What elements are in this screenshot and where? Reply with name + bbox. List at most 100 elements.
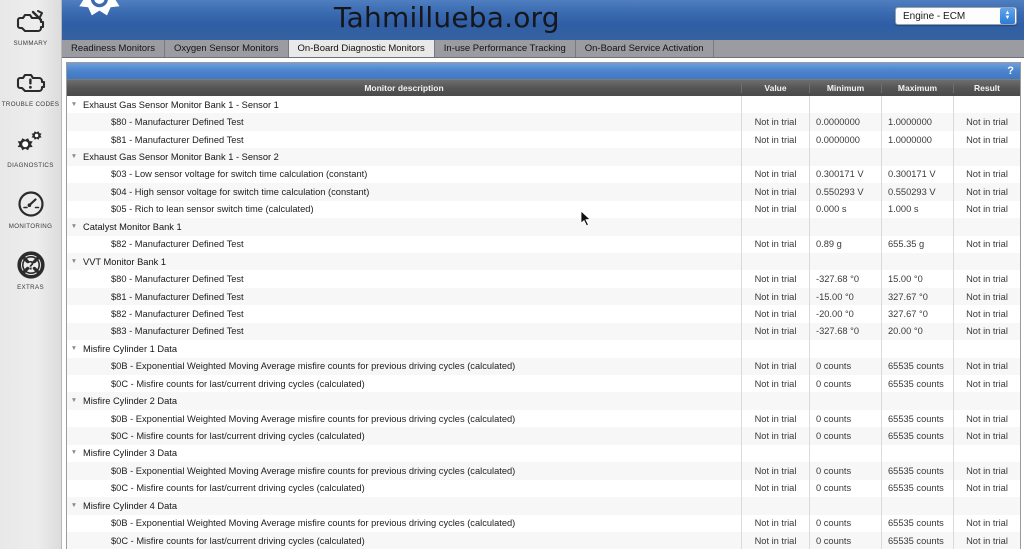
table-row[interactable]: $0B - Exponential Weighted Moving Averag… bbox=[67, 409, 1020, 428]
cell-value bbox=[742, 148, 810, 166]
table-row[interactable]: $0C - Misfire counts for last/current dr… bbox=[67, 479, 1020, 498]
table-row[interactable]: $0B - Exponential Weighted Moving Averag… bbox=[67, 462, 1020, 480]
table-row[interactable]: $81 - Manufacturer Defined Test Not in tr… bbox=[67, 130, 1020, 149]
tab-in-use-performance-tracking[interactable]: In-use Performance Tracking bbox=[434, 40, 576, 57]
table-row[interactable]: $82 - Manufacturer Defined Test Not in tr… bbox=[67, 235, 1020, 253]
cell-minimum: 0 counts bbox=[810, 514, 882, 532]
table-row[interactable]: $03 - Low sensor voltage for switch time… bbox=[67, 165, 1020, 184]
table-group-row[interactable]: ▼ VVT Monitor Bank 1 bbox=[67, 252, 1020, 271]
group-label: Catalyst Monitor Bank 1 bbox=[83, 221, 182, 232]
cell-minimum: 0 counts bbox=[810, 409, 882, 428]
table-group-row[interactable]: ▼ Catalyst Monitor Bank 1 bbox=[67, 218, 1020, 236]
cell-value: Not in trial bbox=[742, 183, 810, 201]
cell-result bbox=[954, 253, 1020, 270]
table-group-row[interactable]: ▼ Misfire Cylinder 3 Data bbox=[67, 444, 1020, 463]
table-row[interactable]: $80 - Manufacturer Defined Test Not in tr… bbox=[67, 270, 1020, 288]
table-row[interactable]: $0C - Misfire counts for last/current dr… bbox=[67, 427, 1020, 445]
sidebar-item-summary[interactable]: SUMMARY bbox=[0, 4, 62, 65]
group-label: Exhaust Gas Sensor Monitor Bank 1 - Sens… bbox=[83, 99, 279, 110]
monitor-label: $81 - Manufacturer Defined Test bbox=[111, 134, 244, 145]
group-label: VVT Monitor Bank 1 bbox=[83, 256, 167, 267]
cell-maximum: 20.00 °0 bbox=[882, 322, 954, 341]
table-row[interactable]: $82 - Manufacturer Defined Test Not in tr… bbox=[67, 305, 1020, 323]
app-banner: Tahmillueba.org Engine - ECM ▲ ▼ bbox=[62, 0, 1024, 40]
cell-value: Not in trial bbox=[742, 375, 810, 393]
monitor-label: $0B - Exponential Weighted Moving Averag… bbox=[111, 465, 516, 476]
monitor-label: $0B - Exponential Weighted Moving Averag… bbox=[111, 361, 516, 372]
cell-minimum: 0 counts bbox=[810, 375, 882, 393]
column-header-value[interactable]: Value bbox=[742, 83, 810, 93]
table-row[interactable]: $0B - Exponential Weighted Moving Averag… bbox=[67, 514, 1020, 532]
table-row[interactable]: $05 - Rich to lean sensor switch time (c… bbox=[67, 200, 1020, 219]
cell-result: Not in trial bbox=[966, 465, 1008, 476]
cell-minimum bbox=[810, 392, 882, 410]
cell-minimum: 0.0000000 bbox=[810, 130, 882, 149]
cell-maximum bbox=[882, 444, 954, 463]
tab-oxygen-sensor-monitors[interactable]: Oxygen Sensor Monitors bbox=[164, 40, 289, 57]
table-group-row[interactable]: ▼ Exhaust Gas Sensor Monitor Bank 1 - Sen… bbox=[67, 96, 1020, 114]
ecu-select-value: Engine - ECM bbox=[903, 10, 966, 22]
monitor-table-body[interactable]: ▼ Exhaust Gas Sensor Monitor Bank 1 - Sen… bbox=[67, 96, 1020, 549]
chevron-down-icon[interactable]: ▼ bbox=[67, 258, 81, 266]
table-row[interactable]: $0C - Misfire counts for last/current dr… bbox=[67, 375, 1020, 393]
table-group-row[interactable]: ▼ Misfire Cylinder 2 Data bbox=[67, 392, 1020, 410]
tab-readiness-monitors[interactable]: Readiness Monitors bbox=[62, 40, 165, 57]
diagnostic-app-window: SUMMARY TROUBLE CODES DIAGNOSTICS MONITO… bbox=[0, 0, 1024, 549]
column-header-minimum[interactable]: Minimum bbox=[810, 83, 882, 93]
cell-monitor-description: $82 - Manufacturer Defined Test bbox=[67, 305, 742, 323]
cell-value: Not in trial bbox=[742, 357, 810, 375]
cell-monitor-description: ▼ Catalyst Monitor Bank 1 bbox=[67, 218, 742, 236]
sidebar-item-diagnostics[interactable]: DIAGNOSTICS bbox=[0, 126, 62, 187]
table-row[interactable]: $04 - High sensor voltage for switch tim… bbox=[67, 183, 1020, 201]
table-row[interactable]: $0C - Misfire counts for last/current dr… bbox=[67, 531, 1020, 549]
group-label: Misfire Cylinder 1 Data bbox=[83, 343, 178, 354]
table-row[interactable]: $83 - Manufacturer Defined Test Not in tr… bbox=[67, 322, 1020, 341]
sidebar-item-label: DIAGNOSTICS bbox=[7, 162, 54, 169]
cell-minimum: 0.550293 V bbox=[810, 183, 882, 201]
engine-exclamation-icon bbox=[14, 67, 48, 97]
sidebar-item-trouble-codes[interactable]: TROUBLE CODES bbox=[0, 65, 62, 126]
table-row[interactable]: $80 - Manufacturer Defined Test Not in tr… bbox=[67, 113, 1020, 131]
cell-minimum: -327.68 °0 bbox=[810, 322, 882, 341]
tab-on-board-diagnostic-monitors[interactable]: On-Board Diagnostic Monitors bbox=[288, 40, 435, 57]
table-row[interactable]: $81 - Manufacturer Defined Test Not in tr… bbox=[67, 287, 1020, 306]
cell-maximum: 65535 counts bbox=[882, 462, 954, 480]
chevron-down-icon[interactable]: ▼ bbox=[67, 153, 81, 161]
ecu-select[interactable]: Engine - ECM ▲ ▼ bbox=[895, 7, 1017, 25]
cell-value: Not in trial bbox=[742, 322, 810, 341]
cell-maximum: 65535 counts bbox=[882, 375, 954, 393]
chevron-down-icon[interactable]: ▼ bbox=[67, 502, 81, 510]
column-header-result[interactable]: Result bbox=[954, 83, 1020, 93]
cell-monitor-description: $05 - Rich to lean sensor switch time (c… bbox=[67, 200, 742, 219]
chevron-down-icon[interactable]: ▼ bbox=[67, 345, 81, 353]
monitor-label: $04 - High sensor voltage for switch tim… bbox=[111, 186, 370, 197]
table-row[interactable]: $0B - Exponential Weighted Moving Averag… bbox=[67, 357, 1020, 375]
tab-on-board-service-activation[interactable]: On-Board Service Activation bbox=[575, 40, 714, 57]
sidebar-item-monitoring[interactable]: MONITORING bbox=[0, 187, 62, 248]
help-button[interactable]: ? bbox=[1007, 65, 1014, 77]
site-watermark: Tahmillueba.org bbox=[334, 1, 560, 34]
cell-maximum bbox=[882, 392, 954, 410]
tab-bar: Readiness Monitors Oxygen Sensor Monitors… bbox=[62, 40, 1024, 58]
cell-monitor-description: $0B - Exponential Weighted Moving Averag… bbox=[67, 462, 742, 480]
chevron-down-icon[interactable]: ▼ bbox=[67, 101, 81, 109]
cell-maximum: 65535 counts bbox=[882, 409, 954, 428]
chevron-down-icon[interactable]: ▼ bbox=[67, 397, 81, 405]
table-group-row[interactable]: ▼ Misfire Cylinder 4 Data bbox=[67, 497, 1020, 515]
table-column-headers: Monitor description Value Minimum Maximum Re… bbox=[67, 80, 1020, 96]
sidebar-item-extras[interactable]: ? EXTRAS bbox=[0, 248, 62, 309]
cell-value: Not in trial bbox=[742, 270, 810, 288]
cell-monitor-description: $04 - High sensor voltage for switch tim… bbox=[67, 183, 742, 201]
chevron-down-icon[interactable]: ▼ bbox=[67, 223, 81, 231]
sidebar-item-label: TROUBLE CODES bbox=[1, 101, 60, 108]
cell-maximum: 65535 counts bbox=[882, 427, 954, 445]
cell-minimum: 0 counts bbox=[810, 479, 882, 498]
chevron-down-icon[interactable]: ▼ bbox=[67, 449, 81, 457]
table-group-row[interactable]: ▼ Exhaust Gas Sensor Monitor Bank 1 - Sen… bbox=[67, 148, 1020, 166]
column-header-monitor-description[interactable]: Monitor description bbox=[67, 83, 742, 93]
cell-monitor-description: $0C - Misfire counts for last/current dr… bbox=[67, 427, 742, 445]
group-label: Misfire Cylinder 3 Data bbox=[83, 448, 178, 459]
cell-maximum: 65535 counts bbox=[882, 514, 954, 532]
table-group-row[interactable]: ▼ Misfire Cylinder 1 Data bbox=[67, 340, 1020, 358]
column-header-maximum[interactable]: Maximum bbox=[882, 83, 954, 93]
